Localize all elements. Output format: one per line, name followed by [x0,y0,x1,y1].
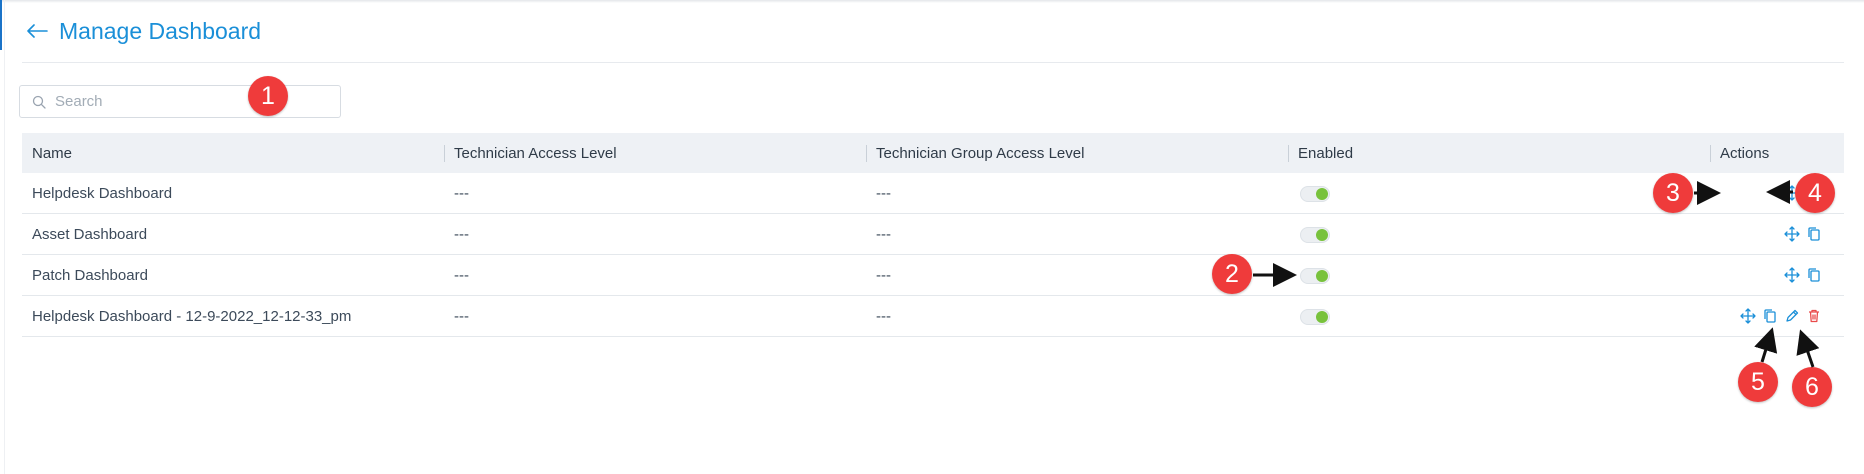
row-actions [1720,226,1844,242]
arrow-left-icon[interactable] [26,24,48,38]
row-actions-cell [1710,254,1844,296]
row-enabled-cell [1288,173,1710,214]
page-title: Manage Dashboard [59,17,262,44]
row-technician-access: --- [444,295,866,337]
move-icon[interactable] [1784,267,1800,283]
toggle-knob [1316,310,1328,323]
edit-icon[interactable] [1784,308,1800,324]
table-row: Helpdesk Dashboard - 12-9-2022_12-12-33_… [22,295,1844,337]
table-row: Helpdesk Dashboard --- --- [22,173,1844,214]
annotation-badge: 3 [1653,173,1693,213]
table-row: Patch Dashboard --- --- [22,254,1844,296]
row-actions-cell [1710,213,1844,255]
dashboard-table: Name Technician Access Level Technician … [22,133,1844,337]
column-header-group-access[interactable]: Technician Group Access Level [866,133,1288,173]
row-group-access: --- [866,173,1288,214]
row-name: Asset Dashboard [22,213,444,255]
delete-icon[interactable] [1806,308,1822,324]
row-actions [1720,308,1844,324]
top-shadow [0,0,1864,3]
search-icon [32,95,46,109]
row-group-access: --- [866,213,1288,255]
column-header-name[interactable]: Name [22,133,444,173]
toggle-knob [1316,269,1328,282]
row-technician-access: --- [444,254,866,296]
row-enabled-cell [1288,295,1710,337]
toggle-knob [1316,228,1328,241]
annotation-badge: 5 [1738,362,1778,402]
copy-icon[interactable] [1806,226,1822,242]
page-header: Manage Dashboard [26,14,261,48]
row-group-access: --- [866,295,1288,337]
enabled-toggle[interactable] [1300,308,1330,325]
row-actions-cell [1710,295,1844,337]
row-technician-access: --- [444,213,866,255]
enabled-toggle[interactable] [1300,267,1330,284]
row-enabled-cell [1288,213,1710,255]
search-box[interactable] [19,85,341,118]
column-header-technician-access[interactable]: Technician Access Level [444,133,866,173]
move-icon[interactable] [1740,308,1756,324]
column-header-enabled[interactable]: Enabled [1288,133,1710,173]
move-icon[interactable] [1784,226,1800,242]
annotation-badge: 1 [248,76,288,116]
table-row: Asset Dashboard --- --- [22,213,1844,255]
row-name: Helpdesk Dashboard [22,173,444,214]
table-header-row: Name Technician Access Level Technician … [22,133,1844,173]
annotation-badge: 2 [1212,254,1252,294]
row-technician-access: --- [444,173,866,214]
row-name: Patch Dashboard [22,254,444,296]
annotation-badge: 4 [1795,173,1835,213]
copy-icon[interactable] [1762,308,1778,324]
enabled-toggle[interactable] [1300,185,1330,202]
active-indicator [0,0,2,50]
header-divider [22,62,1844,63]
enabled-toggle[interactable] [1300,226,1330,243]
row-actions [1720,267,1844,283]
left-border [4,0,5,474]
column-header-actions: Actions [1710,133,1844,173]
row-name: Helpdesk Dashboard - 12-9-2022_12-12-33_… [22,295,444,337]
copy-icon[interactable] [1806,267,1822,283]
toggle-knob [1316,187,1328,200]
row-enabled-cell [1288,254,1710,296]
annotation-badge: 6 [1792,367,1832,407]
